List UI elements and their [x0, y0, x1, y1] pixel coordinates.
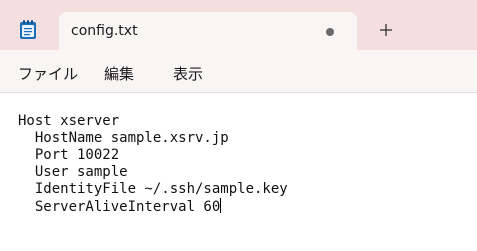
menu-view[interactable]: 表示 — [173, 63, 203, 84]
editor-line: Port 10022 — [18, 147, 120, 163]
notepad-icon — [19, 20, 37, 40]
editor-line-text: ServerAliveInterval 60 — [18, 199, 221, 215]
editor-line: HostName sample.xsrv.jp — [18, 130, 229, 146]
text-editor[interactable]: Host xserver HostName sample.xsrv.jp Por… — [0, 93, 477, 251]
plus-icon[interactable] — [376, 20, 396, 40]
tab-title: config.txt — [71, 23, 138, 39]
menu-bar: ファイル 編集 表示 — [0, 50, 477, 93]
editor-line: User sample — [18, 164, 128, 180]
menu-file[interactable]: ファイル — [18, 63, 78, 84]
editor-line: IdentityFile ~/.ssh/sample.key — [18, 181, 288, 197]
text-caret — [220, 198, 222, 213]
editor-line-last: ServerAliveInterval 60 — [18, 198, 222, 216]
tab-config-txt[interactable]: config.txt — [59, 12, 357, 50]
title-bar: config.txt — [0, 0, 477, 50]
editor-line: Host xserver — [18, 113, 120, 129]
menu-edit[interactable]: 編集 — [104, 63, 134, 84]
unsaved-dot-icon[interactable] — [326, 28, 334, 36]
